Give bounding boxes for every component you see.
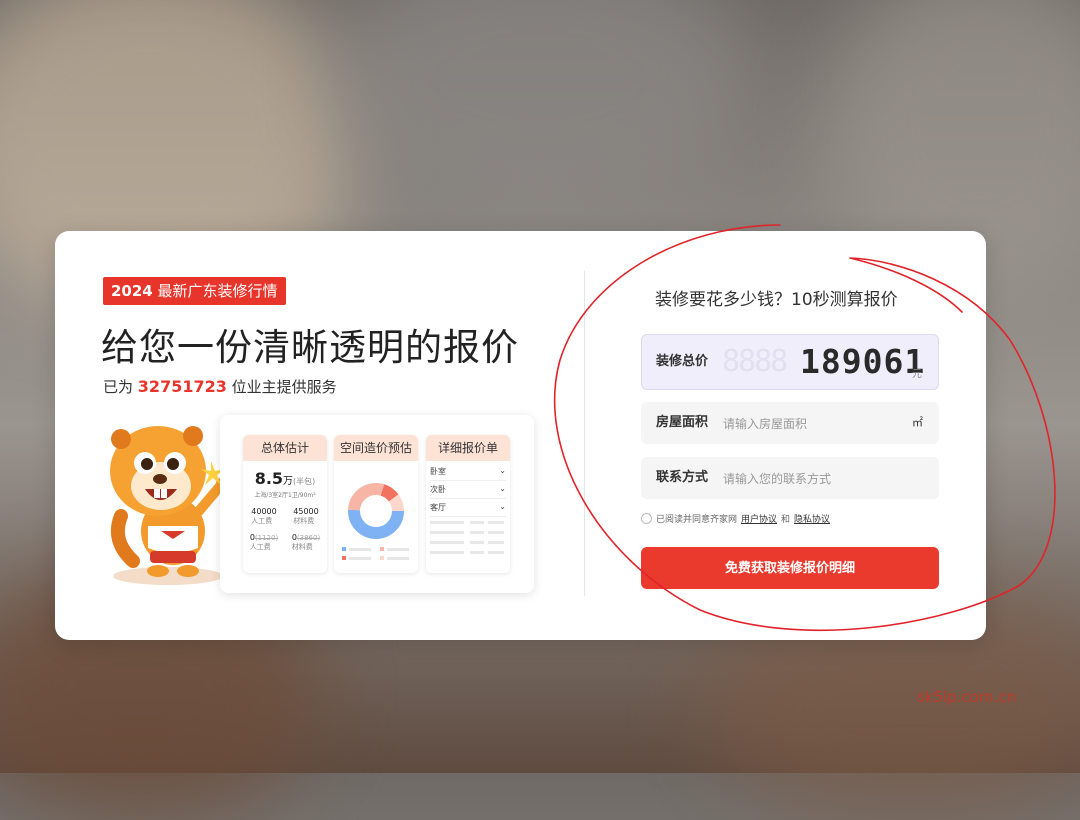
estimate-desc: 上海/3室2厅1卫/90m² — [254, 492, 316, 499]
quote-card: 2024 最新广东装修行情 给您一份清晰透明的报价 已为 32751723 位业… — [55, 231, 986, 640]
estimate-amount: 8.5 — [254, 469, 284, 488]
quote-preview-panel: 总体估计 8.5万(半包) 上海/3室2厅1卫/90m² 40000 人工费 45… — [220, 415, 534, 593]
divider — [584, 271, 585, 596]
watermark: sk5lp.com.cn — [917, 688, 1017, 706]
page-title: 给您一份清晰透明的报价 — [101, 326, 519, 369]
labor-label: 人工费 — [251, 517, 273, 525]
contact-input[interactable] — [721, 465, 905, 493]
user-agreement-link[interactable]: 用户协议 — [741, 512, 777, 525]
area-label: 房屋面积 — [656, 415, 709, 430]
detail-row: 次卧 ⌄ — [430, 481, 506, 499]
contact-label: 联系方式 — [656, 470, 709, 485]
contact-field: 联系方式 — [641, 457, 939, 499]
tag-year: 2024 — [111, 282, 153, 300]
privacy-policy-link[interactable]: 隐私协议 — [794, 512, 830, 525]
market-tag: 2024 最新广东装修行情 — [103, 277, 286, 305]
total-price-display: 装修总价 8888 189061 元 — [641, 334, 939, 390]
detail-row: 客厅 ⌄ — [430, 499, 506, 517]
chevron-down-icon: ⌄ — [499, 466, 506, 475]
estimate-unit-note: (半包) — [293, 477, 316, 486]
estimate-card: 总体估计 8.5万(半包) 上海/3室2厅1卫/90m² 40000 人工费 45… — [243, 435, 327, 573]
estimate-header: 总体估计 — [243, 435, 327, 461]
space-header: 空间造价预估 — [334, 435, 418, 461]
material2-old: (3860) — [296, 534, 321, 542]
donut-chart-icon — [342, 483, 409, 560]
labor2-label: 人工费 — [249, 543, 271, 551]
material-value: 45000 — [293, 507, 319, 516]
agree-prefix: 已阅读并同意齐家网 — [656, 515, 738, 525]
detail-header: 详细报价单 — [426, 435, 510, 461]
beaver-mascot-illustration — [110, 426, 226, 585]
agree-checkbox[interactable] — [641, 513, 652, 524]
agreement-line: 已阅读并同意齐家网 用户协议 和 隐私协议 — [641, 512, 830, 525]
served-count: 32751723 — [137, 377, 227, 396]
served-suffix: 位业主提供服务 — [231, 378, 337, 396]
chevron-down-icon: ⌄ — [499, 484, 506, 493]
get-quote-button[interactable]: 免费获取装修报价明细 — [641, 547, 939, 589]
area-unit: ㎡ — [912, 416, 923, 429]
total-label: 装修总价 — [656, 354, 709, 369]
chevron-down-icon: ⌄ — [499, 502, 506, 511]
material2-label: 材料费 — [291, 543, 313, 551]
labor2-old: (1120) — [254, 534, 279, 542]
total-unit: 元 — [912, 369, 922, 380]
served-line: 已为 32751723 位业主提供服务 — [103, 376, 337, 397]
total-bg-digits: 8888 — [722, 344, 788, 379]
estimate-unit: 万 — [283, 476, 294, 487]
agree-and: 和 — [781, 515, 791, 525]
detail-quote-card: 详细报价单 卧室 ⌄ 次卧 ⌄ 客厅 ⌄ — [426, 435, 510, 573]
area-input[interactable] — [721, 410, 905, 438]
total-value: 189061 — [800, 342, 926, 381]
labor-value: 40000 — [251, 507, 277, 516]
calculator-title: 装修要花多少钱？10秒测算报价 — [655, 290, 898, 310]
detail-row: 卧室 ⌄ — [430, 463, 506, 481]
space-cost-card: 空间造价预估 — [334, 435, 418, 573]
tag-text: 最新广东装修行情 — [157, 282, 278, 300]
area-field: 房屋面积 ㎡ — [641, 402, 939, 444]
material-label: 材料费 — [293, 517, 315, 525]
served-prefix: 已为 — [103, 378, 134, 396]
table-placeholder-lines — [430, 521, 504, 554]
